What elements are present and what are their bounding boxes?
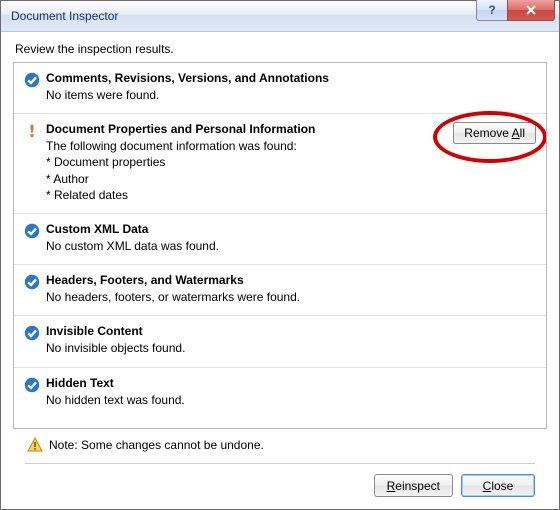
alert-icon — [24, 123, 40, 139]
section-title: Hidden Text — [46, 376, 536, 390]
note-row: Note: Some changes cannot be undone. — [27, 437, 535, 453]
close-button[interactable]: Close — [461, 474, 535, 497]
check-icon — [24, 377, 40, 393]
section-hidden-text: Hidden Text No hidden text was found. — [14, 368, 546, 418]
check-icon — [24, 223, 40, 239]
section-invisible-content: Invisible Content No invisible objects f… — [14, 316, 546, 367]
section-text: No invisible objects found. — [46, 340, 536, 356]
divider — [25, 463, 535, 464]
instruction-text: Review the inspection results. — [15, 42, 547, 56]
close-icon — [525, 4, 537, 16]
section-text: No items were found. — [46, 87, 536, 103]
help-icon: ? — [488, 3, 495, 17]
dialog-body: Review the inspection results. Comments,… — [1, 32, 559, 509]
section-title: Custom XML Data — [46, 222, 536, 236]
check-icon — [24, 72, 40, 88]
section-title: Headers, Footers, and Watermarks — [46, 273, 536, 287]
results-panel: Comments, Revisions, Versions, and Annot… — [13, 62, 547, 429]
section-headers-footers: Headers, Footers, and Watermarks No head… — [14, 265, 546, 316]
remove-all-button[interactable]: Remove All — [453, 122, 536, 144]
dialog-footer: Note: Some changes cannot be undone. Rei… — [13, 429, 547, 509]
close-window-button[interactable] — [507, 0, 555, 21]
section-title: Invisible Content — [46, 324, 536, 338]
titlebar-buttons: ? — [477, 0, 555, 21]
section-text: No headers, footers, or watermarks were … — [46, 289, 536, 305]
document-inspector-dialog: Document Inspector ? Review the inspecti… — [0, 0, 560, 510]
check-icon — [24, 325, 40, 341]
reinspect-button[interactable]: Reinspect — [374, 474, 453, 497]
window-title: Document Inspector — [11, 9, 118, 23]
section-comments: Comments, Revisions, Versions, and Annot… — [14, 63, 546, 114]
section-custom-xml: Custom XML Data No custom XML data was f… — [14, 214, 546, 265]
warning-icon — [27, 437, 43, 453]
note-text: Note: Some changes cannot be undone. — [49, 438, 264, 452]
section-doc-properties: Document Properties and Personal Informa… — [14, 114, 546, 214]
check-icon — [24, 274, 40, 290]
section-text: No custom XML data was found. — [46, 238, 536, 254]
help-button[interactable]: ? — [476, 0, 508, 21]
titlebar: Document Inspector ? — [1, 1, 559, 32]
button-row: Reinspect Close — [25, 474, 535, 497]
section-title: Comments, Revisions, Versions, and Annot… — [46, 71, 536, 85]
section-text: The following document information was f… — [46, 138, 536, 203]
section-text: No hidden text was found. — [46, 392, 536, 408]
